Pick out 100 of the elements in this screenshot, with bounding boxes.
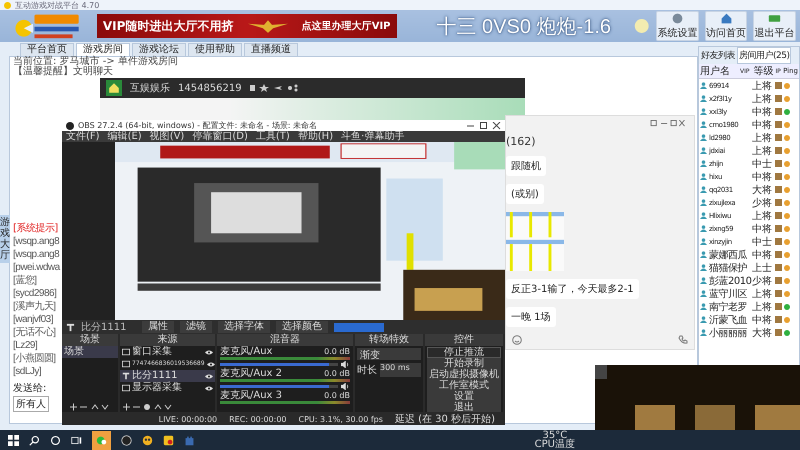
user-icon: [700, 186, 707, 193]
volume-slider[interactable]: [220, 362, 338, 366]
user-name[interactable]: 沂蒙飞血: [709, 312, 750, 326]
image-icon: [122, 360, 130, 368]
search-icon[interactable]: [29, 434, 40, 446]
dock-title: 场景: [62, 334, 118, 346]
room-headline: 十三 0VS0 炮炮-1.6: [436, 14, 612, 40]
chat-line: [小燕圆圆]: [13, 353, 56, 364]
task-view-icon[interactable]: [71, 434, 82, 446]
window-icon: [122, 348, 130, 356]
tab[interactable]: 直播频道: [244, 43, 298, 56]
user-name[interactable]: 蒙娜西瓜: [709, 248, 750, 262]
tab[interactable]: 房间用户(25): [737, 47, 792, 64]
tab[interactable]: 平台首页: [20, 43, 74, 56]
notice-text: 【温馨提醒】文明聊天: [13, 67, 113, 77]
text-icon: [122, 372, 130, 380]
control-button[interactable]: 启动虚拟摄像机: [427, 369, 501, 380]
user-level: 上将: [752, 144, 773, 158]
source-item[interactable]: 显示器采集: [120, 382, 215, 394]
emoji-icon[interactable]: [512, 335, 522, 345]
temperature-label: CPU温度: [534, 440, 575, 449]
scene-item[interactable]: 场景: [62, 346, 118, 358]
toolbar-button[interactable]: 系统设置: [656, 11, 699, 41]
chat-app-icon[interactable]: [92, 430, 111, 450]
tab[interactable]: 好友列表: [699, 47, 737, 64]
user-name[interactable]: 蓝守川区: [709, 286, 750, 300]
source-button[interactable]: 选择颜色: [276, 321, 328, 333]
castle-icon[interactable]: [184, 434, 195, 446]
tab[interactable]: 游戏论坛: [132, 43, 186, 56]
user-name[interactable]: 彭蓝2010: [709, 274, 750, 288]
dock-title: 转场特效: [355, 334, 423, 346]
side-tab[interactable]: 游戏大厅: [0, 215, 10, 263]
control-button[interactable]: 工作室模式: [427, 380, 501, 391]
menu-item[interactable]: 视图(V): [150, 131, 184, 142]
channel-name: 麦克风/Aux 3: [220, 391, 282, 401]
eye-icon[interactable]: [206, 362, 215, 366]
owl-icon[interactable]: [142, 434, 153, 446]
source-item[interactable]: 比分1111: [120, 370, 215, 382]
temperature: 35°C: [542, 431, 568, 440]
speaker-icon[interactable]: [341, 382, 350, 390]
menu-item[interactable]: 帮助(H): [298, 131, 334, 142]
user-icon: [700, 199, 707, 206]
eye-icon[interactable]: [205, 374, 213, 378]
source-button[interactable]: 选择字体: [218, 321, 270, 333]
user-level: 中将: [752, 106, 773, 118]
user-icon: [700, 212, 707, 219]
user-icon: [700, 173, 707, 180]
column-header: 用户名: [699, 64, 731, 78]
menu-item[interactable]: 编辑(E): [108, 131, 142, 142]
game-icon[interactable]: [163, 434, 174, 446]
toolbar-button[interactable]: 退出平台: [753, 11, 796, 41]
chat-line: [wsqp.ang8: [13, 249, 60, 260]
speaker-icon[interactable]: [341, 360, 350, 368]
user-name[interactable]: 南宁老罗: [709, 300, 750, 314]
control-button[interactable]: 退出: [427, 402, 501, 412]
windows-start-icon[interactable]: [8, 434, 19, 446]
transition-select[interactable]: 渐变: [357, 348, 421, 360]
eye-icon[interactable]: [205, 386, 213, 390]
circle-icon[interactable]: [50, 434, 61, 446]
source-button[interactable]: 属性: [142, 321, 174, 333]
tab[interactable]: 使用帮助: [188, 43, 242, 56]
send-to-label: 发送给:: [13, 382, 46, 395]
control-button[interactable]: 停止推流: [427, 347, 501, 358]
vip-banner[interactable]: VIP随时进出大厅不用挤 点这里办理大厅VIP: [96, 14, 396, 38]
toolbar-button[interactable]: 访问首页: [704, 11, 748, 41]
menu-item[interactable]: 文件(F): [66, 131, 100, 142]
source-name: 比分1111: [81, 320, 128, 334]
chat-line: [溪声九天]: [13, 301, 56, 312]
source-button[interactable]: 滤镜: [180, 321, 212, 333]
channel-name: 麦克风/Aux 2: [220, 369, 282, 379]
user-name[interactable]: 猫猫保护: [709, 260, 750, 274]
user-name[interactable]: 小丽丽丽: [709, 326, 750, 340]
control-button[interactable]: 设置: [427, 391, 501, 402]
duration-field[interactable]: 300 ms: [380, 363, 421, 377]
menu-item[interactable]: 斗鱼·弹幕助手: [341, 131, 404, 142]
window-controls-drawing: [648, 120, 688, 127]
banner-text: 点这里办理大厅VIP: [302, 19, 390, 33]
phone-icon[interactable]: [678, 335, 688, 345]
recipient-select[interactable]: 所有人: [13, 396, 49, 412]
app-title: 互娱娱乐: [130, 82, 170, 95]
status-text: CPU: 3.1%, 30.00 fps: [298, 414, 383, 424]
user-level: 上将: [752, 92, 773, 106]
menu-item[interactable]: 停靠窗口(D): [192, 131, 248, 142]
chat-line: [Lz29]: [13, 340, 38, 351]
obs-icon[interactable]: [121, 434, 132, 446]
user-icon: [700, 147, 707, 154]
tab[interactable]: 游戏房间: [76, 43, 130, 56]
menu-item[interactable]: 工具(T): [256, 131, 290, 142]
user-icon: [700, 108, 707, 115]
text-field[interactable]: [334, 322, 384, 332]
window-title: OBS 27.2.4 (64-bit, windows) - 配置文件: 未命名 - 场景: 未命名: [78, 120, 318, 130]
channel-reading: 0.0 dB: [324, 347, 350, 357]
column-header: 等级: [752, 65, 774, 78]
dock-title: 来源: [120, 334, 215, 346]
control-button[interactable]: 开始录制: [427, 358, 501, 369]
eye-icon[interactable]: [205, 350, 213, 354]
user-icon: [700, 95, 707, 102]
message-bubble: 反正3-1输了，今天最多2-1: [506, 279, 639, 299]
volume-slider[interactable]: [220, 384, 338, 388]
user-level: 大将: [752, 326, 773, 340]
